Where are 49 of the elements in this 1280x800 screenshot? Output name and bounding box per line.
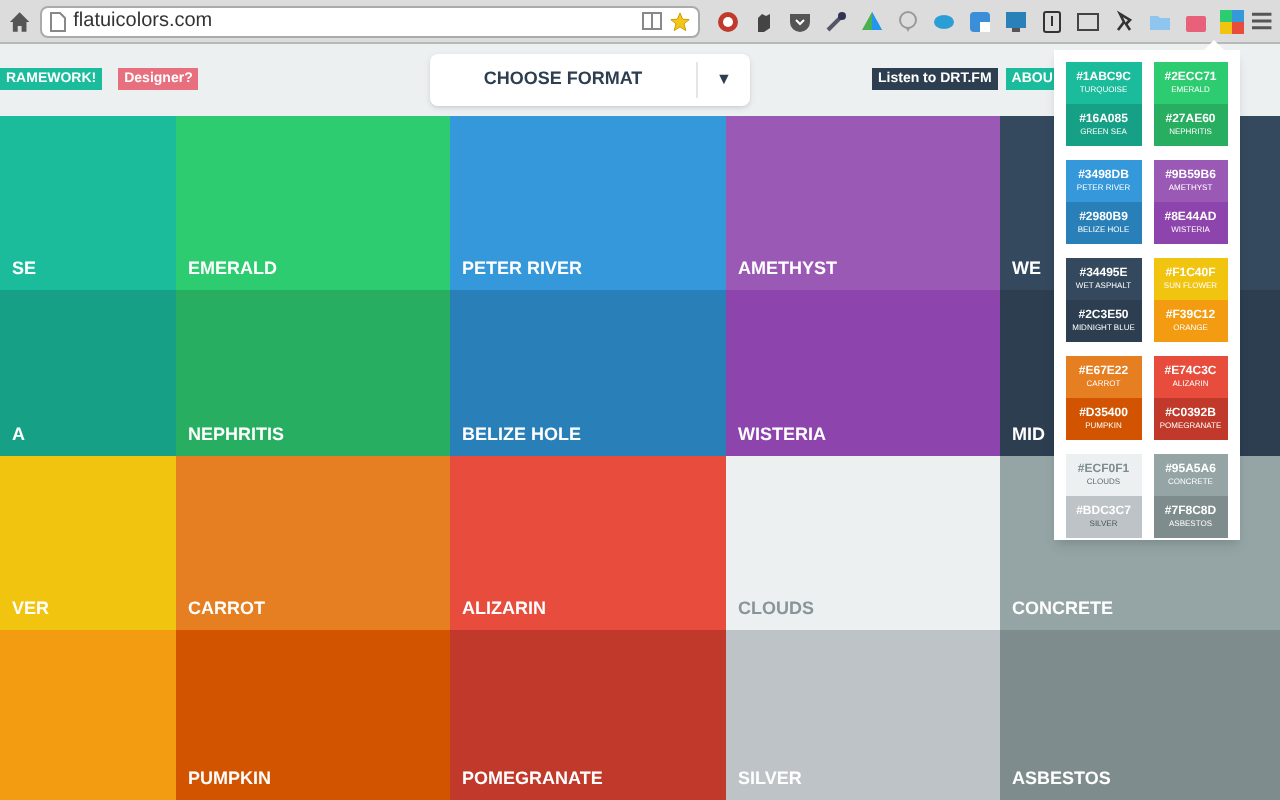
- menu-icon[interactable]: [1252, 12, 1272, 30]
- color-name: CONCRETE: [1012, 595, 1114, 621]
- eyedropper-icon[interactable]: [824, 9, 849, 33]
- color-tile[interactable]: EMERALD: [176, 116, 450, 290]
- page-icon: [49, 11, 66, 31]
- color-tile[interactable]: CARROT: [176, 456, 450, 630]
- color-tile[interactable]: PUMPKIN: [176, 630, 450, 800]
- color-tile[interactable]: CLOUDS: [726, 456, 1000, 630]
- color-name: NEPHRITIS: [188, 421, 285, 447]
- color-tile[interactable]: NEPHRITIS: [176, 290, 450, 456]
- star-icon[interactable]: [670, 11, 691, 31]
- color-name: AMETHYST: [738, 255, 837, 281]
- address-bar[interactable]: flatuicolors.com: [39, 5, 701, 37]
- color-name: WISTERIA: [738, 421, 826, 447]
- color-name: SE: [12, 255, 37, 281]
- color-tile[interactable]: ALIZARIN: [450, 456, 726, 630]
- color-name: BELIZE HOLE: [462, 421, 582, 447]
- color-tile[interactable]: [0, 630, 176, 800]
- monitor-icon[interactable]: [1004, 9, 1029, 33]
- record-icon[interactable]: [716, 9, 741, 33]
- color-tile[interactable]: ASBESTOS: [1000, 630, 1280, 800]
- color-name: WE: [1012, 255, 1041, 281]
- color-name: EMERALD: [188, 255, 277, 281]
- reader-icon[interactable]: [642, 12, 663, 30]
- format-dropdown[interactable]: CHOOSE FORMAT ▼: [430, 54, 750, 106]
- color-name: SILVER: [738, 765, 802, 791]
- pocket-icon[interactable]: [788, 9, 813, 33]
- color-name: VER: [12, 595, 50, 621]
- color-tile[interactable]: PETER RIVER: [450, 116, 726, 290]
- color-name: ASBESTOS: [1012, 765, 1111, 791]
- palette-grid-icon[interactable]: [1220, 9, 1245, 33]
- color-tile[interactable]: POMEGRANATE: [450, 630, 726, 800]
- color-tile[interactable]: AMETHYST: [726, 116, 1000, 290]
- color-tile[interactable]: BELIZE HOLE: [450, 290, 726, 456]
- color-name: PETER RIVER: [462, 255, 583, 281]
- color-name: A: [12, 421, 25, 447]
- color-tile[interactable]: SILVER: [726, 630, 1000, 800]
- home-icon[interactable]: [8, 9, 32, 33]
- color-tile[interactable]: VER: [0, 456, 176, 630]
- color-name: ALIZARIN: [462, 595, 546, 621]
- color-name: CARROT: [188, 595, 265, 621]
- color-name: MID: [1012, 421, 1045, 447]
- color-tile[interactable]: SE: [0, 116, 176, 290]
- color-tile[interactable]: A: [0, 290, 176, 456]
- color-name: CLOUDS: [738, 595, 814, 621]
- color-name: PUMPKIN: [188, 765, 272, 791]
- color-tile[interactable]: WISTERIA: [726, 290, 1000, 456]
- color-name: POMEGRANATE: [462, 765, 603, 791]
- url-text: flatuicolors.com: [73, 8, 215, 36]
